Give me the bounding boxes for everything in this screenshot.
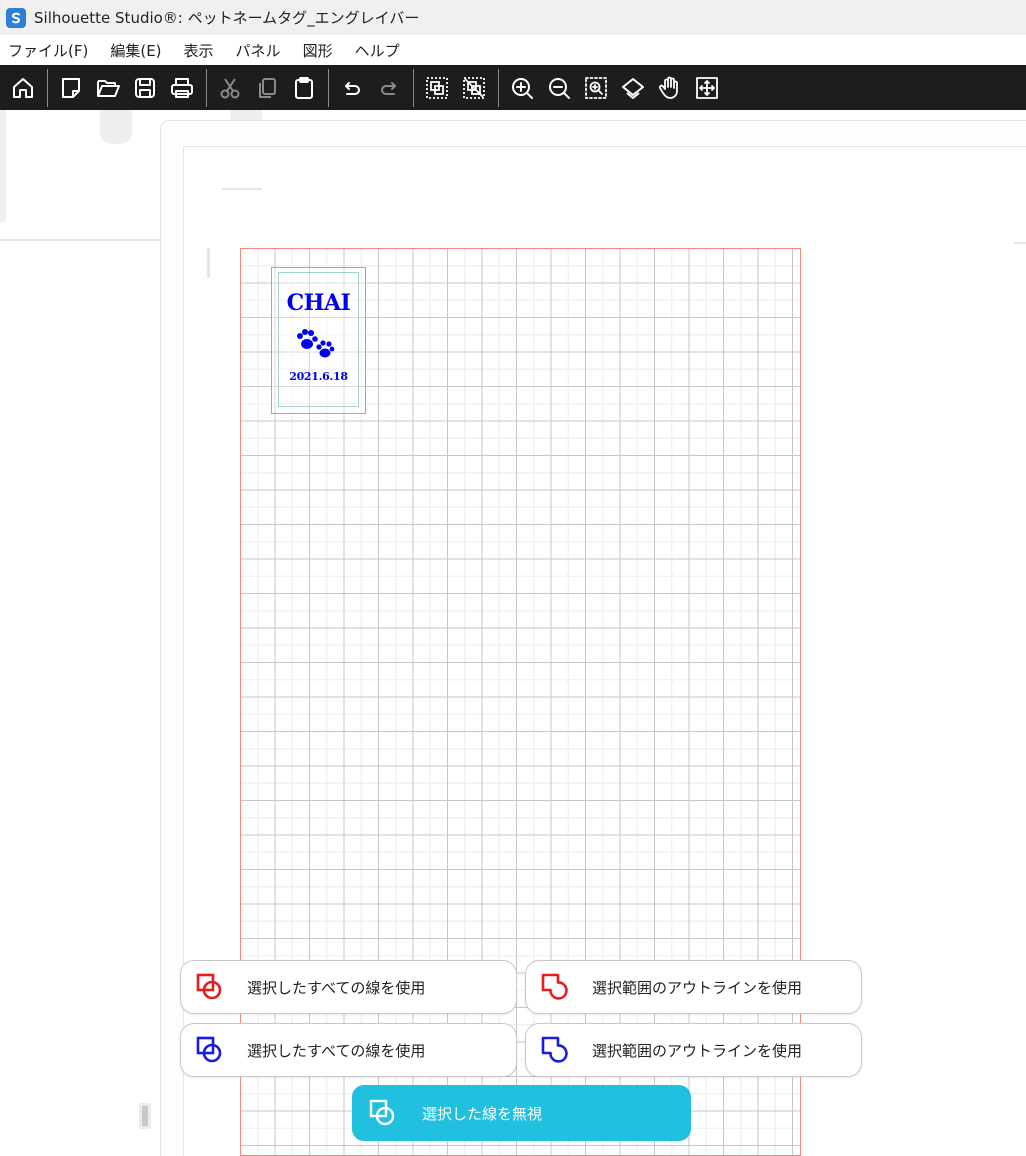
- redo-icon: [381, 81, 396, 95]
- toolbar-separator: [47, 68, 48, 107]
- red-use-all-lines-label: 選択したすべての線を使用: [247, 978, 426, 997]
- ghost-mark: [207, 248, 210, 278]
- title-bar: Silhouette Studio®: ペットネームタグ_エングレイバー: [0, 0, 1026, 35]
- open-folder-icon: [97, 79, 120, 97]
- tag-date-text: 2021.6.18: [289, 370, 348, 383]
- toolbar-separator: [498, 68, 499, 107]
- fit-to-page-icon: [622, 77, 644, 99]
- ignore-lines-icon: [369, 1099, 395, 1126]
- paste-button[interactable]: [287, 69, 321, 107]
- toolbar-separator: [413, 68, 414, 107]
- blue-all-lines-icon: [196, 1036, 222, 1063]
- home-button[interactable]: [6, 69, 40, 107]
- ghost-panel: [0, 110, 6, 222]
- copy-button[interactable]: [250, 69, 284, 107]
- group-icon: [426, 76, 448, 99]
- pet-tag-design[interactable]: CHAI 2021.6.18: [271, 267, 366, 414]
- toolbar-separator: [206, 68, 207, 107]
- scroll-handle[interactable]: [139, 1103, 151, 1129]
- ignore-selected-lines-label: 選択した線を無視: [422, 1104, 543, 1123]
- ungroup-icon: [463, 76, 485, 99]
- blue-use-all-lines-label: 選択したすべての線を使用: [247, 1041, 426, 1060]
- toolbar-separator: [328, 68, 329, 107]
- blue-use-outline-label: 選択範囲のアウトラインを使用: [592, 1041, 803, 1060]
- red-use-all-lines-button[interactable]: 選択したすべての線を使用: [180, 960, 517, 1014]
- undo-button[interactable]: [335, 69, 369, 107]
- ungroup-button[interactable]: [457, 69, 491, 107]
- ignore-selected-lines-button[interactable]: 選択した線を無視: [352, 1085, 691, 1141]
- paste-icon: [295, 76, 313, 99]
- red-outline-icon: [541, 973, 568, 1000]
- zoom-in-button[interactable]: [505, 69, 539, 107]
- blue-use-outline-button[interactable]: 選択範囲のアウトラインを使用: [525, 1023, 862, 1077]
- cut-button[interactable]: [213, 69, 247, 107]
- save-icon: [135, 77, 155, 98]
- new-document-icon: [62, 77, 80, 98]
- open-button[interactable]: [91, 69, 125, 107]
- zoom-out-icon: [549, 77, 570, 99]
- save-button[interactable]: [128, 69, 162, 107]
- red-use-outline-button[interactable]: 選択範囲のアウトラインを使用: [525, 960, 862, 1014]
- copy-icon: [259, 77, 276, 98]
- move-button[interactable]: [690, 69, 724, 107]
- tag-title-text: CHAI: [286, 290, 351, 316]
- home-icon: [13, 77, 33, 98]
- ghost-divider: [0, 239, 160, 241]
- group-button[interactable]: [420, 69, 454, 107]
- move-icon: [696, 76, 718, 99]
- print-icon: [171, 77, 193, 98]
- menu-bar: ファイル(F) 編集(E) 表示 パネル 図形 ヘルプ: [0, 35, 1026, 65]
- window-title: Silhouette Studio®: ペットネームタグ_エングレイバー: [34, 9, 420, 27]
- canvas-area[interactable]: CHAI 2021.6.18 選択したすべての線を使用 選択範囲のアウトラインを…: [0, 110, 1026, 1156]
- menu-edit[interactable]: 編集(E): [110, 40, 161, 61]
- zoom-selection-button[interactable]: [579, 69, 613, 107]
- ghost-tab: [100, 110, 132, 144]
- ghost-mark: [1014, 242, 1026, 244]
- zoom-selection-icon: [585, 76, 607, 99]
- blue-outline-icon: [541, 1036, 568, 1063]
- zoom-out-button[interactable]: [542, 69, 576, 107]
- menu-view[interactable]: 表示: [184, 40, 214, 61]
- red-use-outline-label: 選択範囲のアウトラインを使用: [592, 978, 803, 997]
- pan-hand-icon: [658, 76, 678, 99]
- menu-help[interactable]: ヘルプ: [355, 40, 400, 61]
- menu-shape[interactable]: 図形: [303, 40, 333, 61]
- menu-panel[interactable]: パネル: [236, 40, 281, 61]
- red-all-lines-icon: [196, 973, 222, 1000]
- redo-button[interactable]: [372, 69, 406, 107]
- toolbar: [0, 65, 1026, 110]
- undo-icon: [345, 81, 360, 95]
- paw-prints-icon: [297, 329, 335, 358]
- menu-file[interactable]: ファイル(F): [8, 40, 88, 61]
- cut-icon: [220, 77, 240, 98]
- pan-button[interactable]: [653, 69, 687, 107]
- blue-use-all-lines-button[interactable]: 選択したすべての線を使用: [180, 1023, 517, 1077]
- new-document-button[interactable]: [54, 69, 88, 107]
- zoom-in-icon: [512, 77, 533, 99]
- silhouette-app-icon: [6, 7, 26, 28]
- ghost-mark: [222, 188, 262, 190]
- fit-to-page-button[interactable]: [616, 69, 650, 107]
- print-button[interactable]: [165, 69, 199, 107]
